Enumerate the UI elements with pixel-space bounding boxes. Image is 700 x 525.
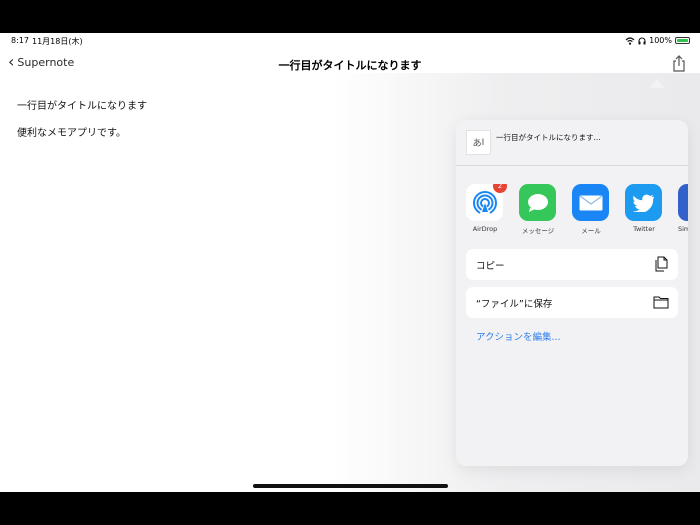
copy-icon — [655, 256, 668, 272]
save-to-files-action[interactable]: “ファイル”に保存 — [466, 287, 678, 318]
airdrop-badge: 2 — [493, 184, 507, 193]
app-simplenote[interactable]: Sim — [678, 184, 688, 233]
app-label-messages: メッセージ — [521, 227, 555, 234]
save-to-files-label: “ファイル”に保存 — [476, 299, 553, 310]
top-bezel — [0, 0, 700, 33]
copy-action[interactable]: コピー — [466, 249, 678, 280]
copy-label: コピー — [476, 261, 505, 272]
thumbnail-glyph: あ — [472, 139, 482, 149]
share-sheet: あI 一行目がタイトルになります... 2 AirDrop メッセージ メール … — [456, 120, 688, 466]
home-indicator[interactable] — [253, 484, 448, 488]
folder-icon — [653, 296, 669, 309]
app-mail[interactable]: メール — [572, 184, 610, 234]
app-messages[interactable]: メッセージ — [519, 184, 557, 234]
status-right: 100% — [625, 36, 690, 45]
simplenote-icon — [678, 184, 688, 221]
app-row: 2 AirDrop メッセージ メール Twitter Sim — [466, 184, 688, 234]
share-icon[interactable] — [671, 55, 687, 73]
wifi-icon — [625, 36, 635, 45]
note-line-2[interactable]: 便利なメモアプリです。 — [17, 124, 126, 139]
share-header: あI 一行目がタイトルになります... — [456, 120, 688, 166]
battery-icon — [675, 37, 690, 44]
status-time: 8:17 — [11, 36, 29, 45]
headphones-icon — [638, 37, 646, 44]
page-title: 一行目がタイトルになります — [278, 59, 422, 72]
app-label-airdrop: AirDrop — [472, 225, 498, 233]
note-line-1[interactable]: 一行目がタイトルになります — [17, 97, 147, 112]
popover-arrow — [649, 79, 665, 88]
mail-icon — [572, 184, 609, 221]
edit-actions-link[interactable]: アクションを編集... — [476, 329, 561, 343]
bottom-bezel — [0, 492, 700, 525]
status-bar: 8:17 11月18日(木) 100% — [0, 33, 700, 49]
app-twitter[interactable]: Twitter — [625, 184, 663, 233]
airdrop-icon: 2 — [466, 184, 507, 221]
text-cursor-icon: I — [481, 137, 485, 148]
app-label-twitter: Twitter — [633, 225, 655, 233]
messages-icon — [519, 184, 556, 221]
share-header-title: 一行目がタイトルになります... — [496, 133, 601, 142]
note-thumbnail: あI — [466, 130, 491, 155]
battery-percent: 100% — [649, 36, 672, 45]
app-airdrop[interactable]: 2 AirDrop — [466, 184, 507, 233]
status-date: 11月18日(木) — [32, 37, 83, 46]
app-label-mail: メール — [581, 227, 601, 234]
twitter-icon — [625, 184, 662, 221]
app-label-simplenote: Sim — [678, 225, 688, 233]
